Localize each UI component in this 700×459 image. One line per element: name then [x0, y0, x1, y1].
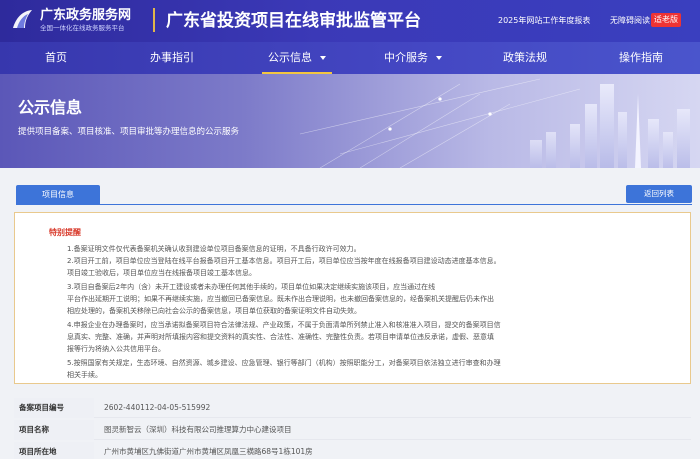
nav-item-manual[interactable]: 操作指南 — [619, 42, 663, 74]
nav-item-agency[interactable]: 中介服务 — [384, 42, 442, 74]
gov-service-slogan: 全国一体化在线政务服务平台 — [40, 24, 125, 32]
nav-item-policy[interactable]: 政策法规 — [503, 42, 547, 74]
main-nav: 首页 办事指引 公示信息 中介服务 政策法规 操作指南 — [0, 42, 700, 74]
nav-item-public-info-label: 公示信息 — [268, 51, 312, 64]
notice-line: 5.按照国家有关规定，生态环境、自然资源、城乡建设、应急管理、银行等部门（机构）… — [67, 359, 501, 367]
guangdong-gov-logo-icon[interactable] — [10, 6, 36, 32]
notice-line: 相应处理的，备案机关移除已向社会公示的备案信息，项目单位获取的备案证明文件自动失… — [67, 307, 361, 315]
row-label: 备案项目编号 — [14, 398, 94, 418]
nav-item-home[interactable]: 首页 — [45, 42, 67, 74]
table-row: 项目所在地 广州市黄埔区九佛街道广州市黄埔区凤凰三横路68号1栋101房 — [14, 442, 691, 459]
row-value: 图灵新智云（深圳）科技有限公司推理算力中心建设项目 — [104, 425, 292, 434]
notice-line: 项目竣工验收后，项目单位应当在线报备项目竣工基本信息。 — [67, 269, 256, 277]
back-to-list-button[interactable]: 返回列表 — [626, 185, 692, 203]
page-subtitle: 提供项目备案、项目核准、项目审批等办理信息的公示服务 — [18, 127, 240, 137]
notice-line: 3.项目自备案后2年内（含）未开工建设或者未办理任何其他手续的，项目单位如果决定… — [67, 283, 436, 291]
tab-underline — [16, 204, 692, 205]
notice-title: 特别提醒 — [49, 228, 81, 237]
table-row: 备案项目编号 2602-440112-04-05-515992 — [14, 398, 691, 418]
notice-line: 2.项目开工前，项目单位应当登陆在线平台报备项目开工基本信息。项目开工后，项目单… — [67, 257, 501, 265]
table-row: 项目名称 图灵新智云（深圳）科技有限公司推理算力中心建设项目 — [14, 420, 691, 440]
annual-report-link[interactable]: 2025年网站工作年度报表 — [498, 15, 590, 26]
accessible-reading-link[interactable]: 无障碍阅读 — [610, 15, 650, 26]
elder-version-button[interactable]: 适老版 — [651, 13, 681, 27]
row-label: 项目所在地 — [14, 442, 94, 459]
page-title: 公示信息 — [18, 98, 83, 117]
nav-item-public-info[interactable]: 公示信息 — [262, 42, 332, 74]
notice-line: 4.申报企业在办理备案时，应当承诺拟备案项目符合法律法规、产业政策，不属于负面清… — [67, 321, 501, 329]
gov-service-name[interactable]: 广东政务服务网 — [40, 4, 131, 23]
chevron-down-icon — [436, 56, 442, 60]
row-value: 广州市黄埔区九佛街道广州市黄埔区凤凰三横路68号1栋101房 — [104, 447, 313, 456]
notice-line: 报等行为将纳入公共信用平台。 — [67, 345, 165, 353]
row-value: 2602-440112-04-05-515992 — [104, 403, 211, 412]
notice-line: 息真实、完整、准确，并声明对所填报内容和提交资料的真实性、合法性、准确性、完整性… — [67, 333, 494, 341]
tab-project-info[interactable]: 项目信息 — [16, 185, 100, 205]
special-notice-box: 特别提醒 1.备案证明文件仅代表备案机关确认收到建设单位项目备案信息的证明，不具… — [14, 212, 691, 384]
row-label: 项目名称 — [14, 420, 94, 440]
city-skyline-illustration — [299, 78, 690, 168]
notice-line: 1.备案证明文件仅代表备案机关确认收到建设单位项目备案信息的证明，不具备行政许可… — [67, 245, 361, 253]
notice-line: 平台作出延期开工说明；如果不再继续实施，应当撤回已备案信息。既未作出合理说明，也… — [67, 295, 494, 303]
site-title: 广东省投资项目在线审批监管平台 — [166, 11, 421, 31]
header-divider — [153, 8, 155, 32]
nav-item-guide[interactable]: 办事指引 — [150, 42, 194, 74]
nav-item-agency-label: 中介服务 — [384, 51, 428, 64]
top-header: 广东政务服务网 全国一体化在线政务服务平台 广东省投资项目在线审批监管平台 20… — [0, 0, 700, 42]
chevron-down-icon — [320, 56, 326, 60]
notice-line: 相关手续。 — [67, 371, 102, 379]
page-banner: 公示信息 提供项目备案、项目核准、项目审批等办理信息的公示服务 — [0, 74, 700, 168]
